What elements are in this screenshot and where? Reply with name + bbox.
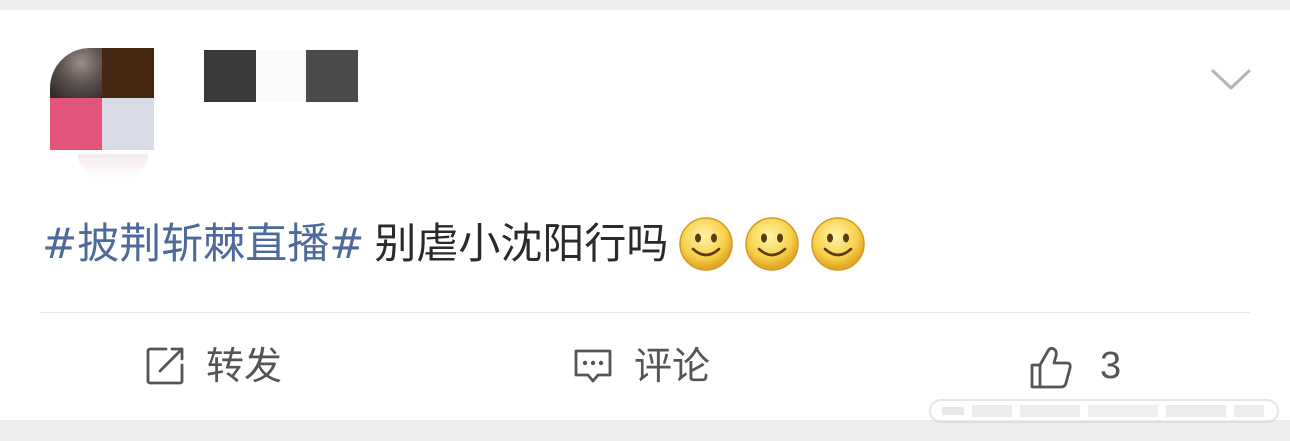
avatar[interactable] <box>50 40 154 180</box>
avatar-mosaic-block <box>78 154 148 178</box>
repost-label: 转发 <box>206 344 283 388</box>
comment-label: 评论 <box>634 344 711 388</box>
username-masked[interactable] <box>204 50 358 102</box>
smile-emoji-icon <box>744 216 800 272</box>
comment-icon <box>572 345 614 387</box>
repost-button[interactable]: 转发 <box>144 338 282 394</box>
thumbs-up-icon <box>1028 345 1072 389</box>
smile-emoji-icon <box>810 216 866 272</box>
feed-gap-top <box>0 0 1290 10</box>
avatar-mosaic-block <box>102 98 154 150</box>
like-button[interactable]: 3 <box>1028 338 1121 394</box>
avatar-mosaic-block <box>102 48 154 98</box>
username-mosaic-block <box>306 50 358 102</box>
username-mosaic-block <box>256 50 308 102</box>
repost-icon <box>144 345 186 387</box>
topic-link[interactable]: #披荆斩棘直播# <box>42 212 364 276</box>
chevron-down-icon[interactable] <box>1210 66 1252 94</box>
smile-emoji-icon <box>678 216 734 272</box>
post-content: #披荆斩棘直播# 别虐小沈阳行吗 <box>42 212 866 276</box>
username-mosaic-block <box>204 50 256 102</box>
avatar-mosaic-block <box>50 48 102 98</box>
post-text: 别虐小沈阳行吗 <box>374 219 669 268</box>
comment-button[interactable]: 评论 <box>572 338 710 394</box>
like-count: 3 <box>1100 345 1122 387</box>
avatar-mosaic-block <box>50 98 102 150</box>
divider <box>40 312 1250 313</box>
watermark <box>928 396 1280 426</box>
